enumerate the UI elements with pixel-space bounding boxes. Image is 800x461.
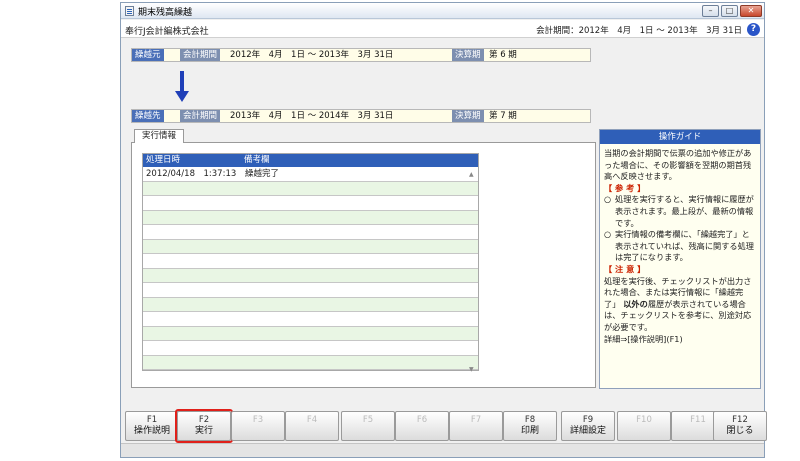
dest-period-row: 繰越先 会計期間 2013年 4月 1日 ～ 2014年 3月 31日 決算期 … bbox=[131, 109, 591, 123]
guide-title: 操作ガイド bbox=[600, 130, 760, 144]
fkey-name: F2 bbox=[198, 415, 210, 425]
document-icon bbox=[125, 6, 134, 16]
help-icon[interactable]: ? bbox=[747, 23, 760, 36]
table-row[interactable] bbox=[143, 297, 478, 312]
source-tag: 繰越元 bbox=[132, 49, 164, 61]
fkey-f1-button[interactable]: F1 操作説明 bbox=[125, 411, 179, 441]
function-key-bar: F1 操作説明 F2 実行 F3 F4 F5 F6 F7 F8 印刷 F9 詳細設定 F10 F11 F12 閉… bbox=[121, 409, 767, 443]
fkey-name: F6 bbox=[416, 415, 428, 425]
table-row[interactable] bbox=[143, 254, 478, 269]
scroll-up-icon[interactable]: ▲ bbox=[469, 171, 474, 178]
maximize-button[interactable]: □ bbox=[721, 5, 738, 17]
title-bar[interactable]: 期末残高繰越 – □ ✕ bbox=[121, 3, 764, 19]
scroll-down-icon[interactable]: ▼ bbox=[469, 366, 474, 373]
guide-note: 処理を実行後、チェックリストが出力された場合、または実行情報に「繰越完了」 以外… bbox=[604, 275, 752, 332]
minimize-button[interactable]: – bbox=[702, 5, 719, 17]
table-row[interactable] bbox=[143, 326, 478, 341]
table-row[interactable] bbox=[143, 225, 478, 240]
fkey-f12-button[interactable]: F12 閉じる bbox=[713, 411, 767, 441]
fkey-f2-button[interactable]: F2 実行 bbox=[175, 409, 233, 443]
grid-body: 2012/04/18 1:37:13 繰越完了 bbox=[143, 167, 478, 370]
dest-period-label: 会計期間 bbox=[180, 110, 221, 122]
guide-note-heading: 【 注 意 】 bbox=[604, 263, 646, 274]
fkey-f8-button[interactable]: F8 印刷 bbox=[503, 411, 557, 441]
arrow-down-icon bbox=[175, 71, 189, 103]
fkey-label: 詳細設定 bbox=[569, 426, 606, 436]
history-grid[interactable]: 処理日時 備考欄 2012/04/18 1:37:13 繰越完了 bbox=[142, 153, 479, 371]
fkey-f9-button[interactable]: F9 詳細設定 bbox=[561, 411, 615, 441]
table-row[interactable] bbox=[143, 239, 478, 254]
app-window: 期末残高繰越 – □ ✕ 奉行J会計編株式会社 会計期間：2012年 4月 1日… bbox=[120, 2, 767, 458]
fkey-name: F10 bbox=[636, 415, 652, 425]
source-term-label: 決算期 bbox=[452, 49, 484, 61]
guide-details-link[interactable]: 詳細⇒[操作説明](F1) bbox=[604, 334, 756, 346]
table-row[interactable]: 2012/04/18 1:37:13 繰越完了 bbox=[143, 167, 478, 182]
grid-scrollbar[interactable]: ▲ ▼ bbox=[467, 166, 477, 382]
table-row[interactable] bbox=[143, 268, 478, 283]
fkey-name: F12 bbox=[732, 415, 748, 425]
status-bar bbox=[121, 443, 764, 457]
fkey-name: F9 bbox=[582, 415, 594, 425]
window-title: 期末残高繰越 bbox=[138, 8, 193, 18]
cell-remarks: 繰越完了 bbox=[245, 169, 280, 179]
fkey-name: F4 bbox=[306, 415, 318, 425]
execution-info-panel: 処理日時 備考欄 2012/04/18 1:37:13 繰越完了 ▲ ▼ bbox=[131, 142, 596, 388]
fkey-label: 実行 bbox=[194, 426, 213, 436]
fkey-name: F8 bbox=[524, 415, 536, 425]
guide-reference-item: ○ 処理を実行すると、実行情報に履歴が表示されます。最上段が、最新の情報です。 bbox=[604, 194, 754, 228]
table-row[interactable] bbox=[143, 341, 478, 356]
current-period: 会計期間：2012年 4月 1日 ～ 2013年 3月 31日 bbox=[536, 26, 742, 36]
dest-tag: 繰越先 bbox=[132, 110, 164, 122]
close-button[interactable]: ✕ bbox=[740, 5, 762, 17]
fkey-f5-button[interactable]: F5 bbox=[341, 411, 395, 441]
fkey-name: F5 bbox=[362, 415, 374, 425]
company-name: 奉行J会計編株式会社 bbox=[125, 27, 209, 37]
table-row[interactable] bbox=[143, 312, 478, 327]
tab-execution-info[interactable]: 実行情報 bbox=[134, 129, 184, 143]
source-period-label: 会計期間 bbox=[180, 49, 221, 61]
fkey-name: F1 bbox=[146, 415, 158, 425]
fkey-f3-button[interactable]: F3 bbox=[231, 411, 285, 441]
table-row[interactable] bbox=[143, 196, 478, 211]
fkey-name: F7 bbox=[470, 415, 482, 425]
fkey-label: 閉じる bbox=[726, 426, 754, 436]
dest-term-value: 第 7 期 bbox=[489, 111, 517, 121]
table-row[interactable] bbox=[143, 210, 478, 225]
info-bar: 奉行J会計編株式会社 会計期間：2012年 4月 1日 ～ 2013年 3月 3… bbox=[121, 20, 764, 38]
cell-datetime: 2012/04/18 1:37:13 bbox=[146, 169, 237, 179]
fkey-f7-button[interactable]: F7 bbox=[449, 411, 503, 441]
fkey-label: 印刷 bbox=[520, 426, 539, 436]
table-row[interactable] bbox=[143, 283, 478, 298]
guide-reference-item: ○ 実行情報の備考欄に、「繰越完了」と表示されていれば、残高に関する処理は完了に… bbox=[604, 229, 754, 263]
bullet-circle-icon: ○ bbox=[604, 229, 612, 240]
dest-term-label: 決算期 bbox=[452, 110, 484, 122]
fkey-f6-button[interactable]: F6 bbox=[395, 411, 449, 441]
grid-header: 処理日時 備考欄 bbox=[143, 154, 478, 167]
dest-period-value: 2013年 4月 1日 ～ 2014年 3月 31日 bbox=[230, 111, 394, 121]
table-row[interactable] bbox=[143, 355, 478, 370]
source-period-value: 2012年 4月 1日 ～ 2013年 3月 31日 bbox=[230, 50, 394, 60]
table-row[interactable] bbox=[143, 181, 478, 196]
fkey-f4-button[interactable]: F4 bbox=[285, 411, 339, 441]
guide-intro: 当期の会計期間で伝票の追加や修正があった場合に、その影響額を翌期の期首残高へ反映… bbox=[604, 148, 752, 182]
bullet-circle-icon: ○ bbox=[604, 194, 612, 205]
operation-guide: 操作ガイド 当期の会計期間で伝票の追加や修正があった場合に、その影響額を翌期の期… bbox=[599, 129, 761, 389]
guide-reference-heading: 【 参 考 】 bbox=[604, 182, 646, 193]
column-header-datetime[interactable]: 処理日時 bbox=[146, 154, 180, 167]
fkey-f10-button[interactable]: F10 bbox=[617, 411, 671, 441]
source-term-value: 第 6 期 bbox=[489, 50, 517, 60]
column-header-remarks[interactable]: 備考欄 bbox=[244, 154, 270, 167]
source-period-row: 繰越元 会計期間 2012年 4月 1日 ～ 2013年 3月 31日 決算期 … bbox=[131, 48, 591, 62]
fkey-name: F3 bbox=[252, 415, 264, 425]
fkey-label: 操作説明 bbox=[133, 426, 170, 436]
